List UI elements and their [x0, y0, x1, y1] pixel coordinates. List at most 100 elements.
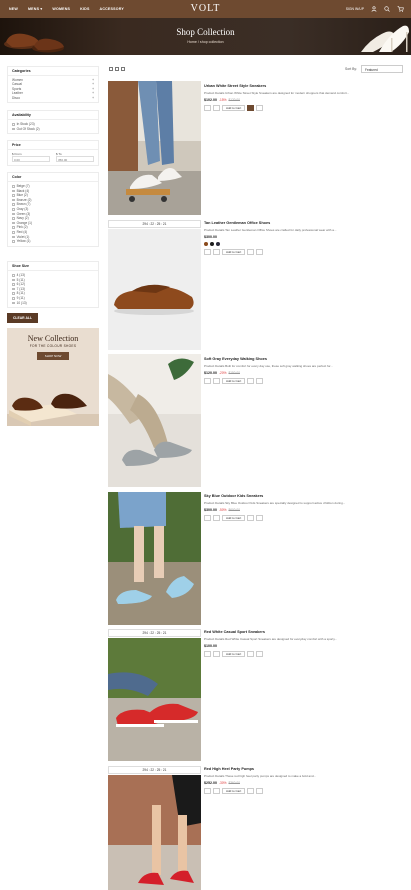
quick-view-icon[interactable] — [256, 651, 264, 657]
bag-icon[interactable] — [213, 378, 220, 384]
compare-icon[interactable] — [247, 249, 255, 255]
color-option[interactable]: Yellow (1) — [12, 239, 94, 244]
quick-view-icon[interactable] — [256, 515, 264, 521]
add-to-cart-button[interactable]: Add to Cart — [222, 788, 246, 794]
price-to-input[interactable]: 350.00 — [56, 156, 94, 162]
user-icon[interactable] — [371, 6, 377, 12]
wishlist-icon[interactable] — [204, 378, 211, 384]
product-info: Sky Blue Outdoor Kids Sneakers Product D… — [204, 494, 404, 521]
swatch[interactable] — [216, 242, 220, 246]
checkbox[interactable] — [12, 226, 15, 229]
add-to-cart-button[interactable]: Add to Cart — [222, 651, 246, 657]
product-image[interactable] — [108, 354, 201, 487]
product-image[interactable] — [108, 638, 201, 761]
product-image[interactable] — [108, 492, 201, 625]
compare-icon[interactable] — [247, 788, 255, 794]
wishlist-icon[interactable] — [204, 651, 211, 657]
product-name[interactable]: Red High Heel Party Pumps — [204, 767, 404, 771]
checkbox[interactable] — [12, 123, 15, 126]
checkbox[interactable] — [12, 207, 15, 211]
bag-icon[interactable] — [213, 249, 220, 255]
sort-select[interactable]: Featured — [361, 65, 403, 73]
checkbox[interactable] — [12, 198, 15, 202]
add-to-cart-button[interactable]: Add to Cart — [222, 249, 246, 255]
filter-availability-title: Availability — [8, 111, 98, 120]
swatch[interactable] — [204, 242, 208, 246]
original-price: $600.00 — [228, 508, 240, 512]
checkbox[interactable] — [12, 217, 15, 220]
checkbox[interactable] — [12, 221, 15, 225]
checkbox[interactable] — [12, 296, 15, 300]
checkbox[interactable] — [12, 278, 15, 282]
sale-price: $100.00 — [204, 644, 217, 648]
quick-view-icon[interactable] — [256, 249, 264, 255]
checkbox[interactable] — [12, 287, 15, 291]
list-view-icon[interactable] — [109, 67, 113, 71]
quick-view-icon[interactable] — [256, 378, 264, 384]
red-heels-photo — [108, 775, 201, 890]
bag-icon[interactable] — [213, 651, 220, 657]
checkbox[interactable] — [12, 235, 15, 239]
product-info: Red High Heel Party Pumps Product Detail… — [204, 767, 404, 794]
quick-view-icon[interactable] — [256, 788, 264, 794]
bag-icon[interactable] — [213, 515, 220, 521]
product-name[interactable]: Soft Gray Everyday Walking Shoes — [204, 357, 404, 361]
promo-banner[interactable]: New Collection FOR THE COLOUR SHOES SHOP… — [7, 328, 99, 426]
product-description: Product Details Red White Casual Sport S… — [204, 637, 338, 641]
product-image[interactable] — [108, 81, 201, 215]
top-navbar: NEW MENS ▾ WOMENS KIDS ACCESSORY VOLT SI… — [0, 0, 411, 18]
availability-option[interactable]: Out Of Stock (2) — [12, 127, 94, 132]
quick-view-icon[interactable] — [256, 105, 264, 111]
original-price: $150.00 — [228, 371, 240, 375]
add-to-cart-button[interactable]: Add to Cart — [222, 515, 246, 521]
checkbox[interactable] — [12, 212, 15, 216]
checkbox[interactable] — [12, 203, 15, 206]
checkbox[interactable] — [12, 274, 15, 277]
product-image[interactable] — [108, 229, 201, 350]
compare-icon[interactable] — [247, 105, 255, 111]
clear-all-button[interactable]: CLEAR ALL — [7, 313, 38, 323]
product-name[interactable]: Urban White Street Style Sneakers — [204, 84, 404, 88]
account-link[interactable]: SIGN IN/UP — [346, 7, 364, 11]
search-icon[interactable] — [384, 6, 390, 12]
bag-icon[interactable] — [213, 788, 220, 794]
filter-categories: Categories Women + Casual + Sports + Leathe… — [7, 66, 99, 104]
compare-icon[interactable] — [247, 378, 255, 384]
size-option[interactable]: 10 (13) — [12, 301, 94, 306]
product-name[interactable]: Red White Casual Sport Sneakers — [204, 630, 404, 634]
checkbox[interactable] — [12, 127, 15, 131]
product-actions: Add to Cart — [204, 105, 404, 111]
swatch[interactable] — [210, 242, 214, 246]
discount-badge: -30% — [219, 781, 227, 785]
product-name[interactable]: Tan Leather Gentleman Office Shoes — [204, 221, 404, 225]
grid-3-icon[interactable] — [121, 67, 125, 71]
bag-icon[interactable] — [213, 105, 220, 111]
add-to-cart-button[interactable]: Add to Cart — [222, 378, 246, 384]
price-from-input[interactable]: 0.00 — [12, 156, 50, 162]
compare-icon[interactable] — [247, 651, 255, 657]
wishlist-icon[interactable] — [204, 249, 211, 255]
product-price: $300.00 — [204, 235, 404, 239]
checkbox[interactable] — [12, 230, 15, 234]
category-item[interactable]: Disco + — [12, 96, 94, 100]
checkbox[interactable] — [12, 292, 15, 295]
grid-2-icon[interactable] — [115, 67, 119, 71]
wishlist-icon[interactable] — [204, 788, 211, 794]
cart-icon[interactable] — [397, 6, 404, 12]
checkbox[interactable] — [12, 185, 15, 188]
checkbox[interactable] — [12, 240, 15, 243]
add-to-cart-button[interactable]: Add to Cart — [222, 105, 246, 111]
red-sport-sneakers-photo — [108, 638, 201, 761]
checkbox[interactable] — [12, 194, 15, 197]
filter-categories-title: Categories — [8, 67, 98, 76]
breadcrumb[interactable]: Home / shop collection — [0, 40, 411, 44]
product-name[interactable]: Sky Blue Outdoor Kids Sneakers — [204, 494, 404, 498]
product-info: Soft Gray Everyday Walking Shoes Product… — [204, 357, 404, 384]
product-image[interactable] — [108, 775, 201, 890]
checkbox[interactable] — [12, 189, 15, 193]
compare-icon[interactable] — [247, 515, 255, 521]
checkbox[interactable] — [12, 301, 15, 305]
wishlist-icon[interactable] — [204, 515, 211, 521]
checkbox[interactable] — [12, 283, 15, 286]
wishlist-icon[interactable] — [204, 105, 211, 111]
